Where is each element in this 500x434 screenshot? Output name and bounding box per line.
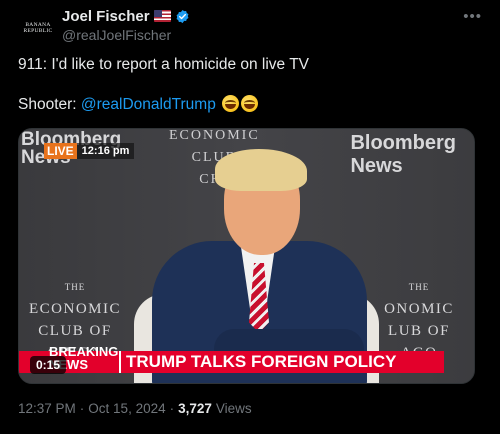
us-flag-icon xyxy=(153,10,171,22)
live-time: 12:16 pm xyxy=(81,145,130,157)
mention-link[interactable]: @realDonaldTrump xyxy=(81,96,216,113)
tweet-header: BANANA REPUBLIC Joel Fischer @realJoelFi… xyxy=(18,6,482,48)
author-handle[interactable]: @realJoelFischer xyxy=(62,27,190,43)
tweet-line-2: Shooter: @realDonaldTrump xyxy=(18,95,482,115)
meta-separator: · xyxy=(79,401,85,416)
meta-separator: · xyxy=(169,401,175,416)
display-name-row: Joel Fischer xyxy=(62,6,190,26)
speaker-hair xyxy=(215,149,307,191)
tweet-line-1: 911: I'd like to report a homicide on li… xyxy=(18,56,310,73)
tweet-meta: 12:37 PM · Oct 15, 2024 · 3,727 Views xyxy=(18,401,252,416)
news-headline: TRUMP TALKS FOREIGN POLICY xyxy=(119,351,444,373)
club-top-line1: ECONOMIC xyxy=(169,128,260,143)
video-duration: 0:15 xyxy=(30,356,67,374)
laughing-emoji-icon xyxy=(222,95,240,112)
tweet-line-2-prefix: Shooter: xyxy=(18,96,81,113)
tweet-date[interactable]: Oct 15, 2024 xyxy=(88,401,165,416)
live-badge: LIVE 12:16 pm xyxy=(44,143,135,159)
verified-badge-icon[interactable] xyxy=(175,9,190,24)
bloomberg-logo-right: Bloomberg News xyxy=(350,132,456,177)
author-names: Joel Fischer @realJoelFischer xyxy=(62,6,190,43)
views-count: 3,727 xyxy=(178,401,212,416)
tweet-time[interactable]: 12:37 PM xyxy=(18,401,76,416)
video-player[interactable]: ECONOMIC CLUB CHI Bloomberg News Bloombe… xyxy=(18,128,475,384)
breaking-news-bar: BREAKING NEWS TRUMP TALKS FOREIGN POLICY xyxy=(19,345,444,373)
views-label: Views xyxy=(215,401,252,416)
avatar[interactable]: BANANA REPUBLIC xyxy=(18,8,58,48)
live-label: LIVE xyxy=(44,143,77,159)
tweet-text: 911: I'd like to report a homicide on li… xyxy=(18,55,482,135)
more-options-button[interactable]: ••• xyxy=(463,8,482,25)
display-name[interactable]: Joel Fischer xyxy=(62,8,150,25)
laughing-emoji-icon xyxy=(241,95,259,112)
avatar-text-line2: REPUBLIC xyxy=(23,28,53,34)
